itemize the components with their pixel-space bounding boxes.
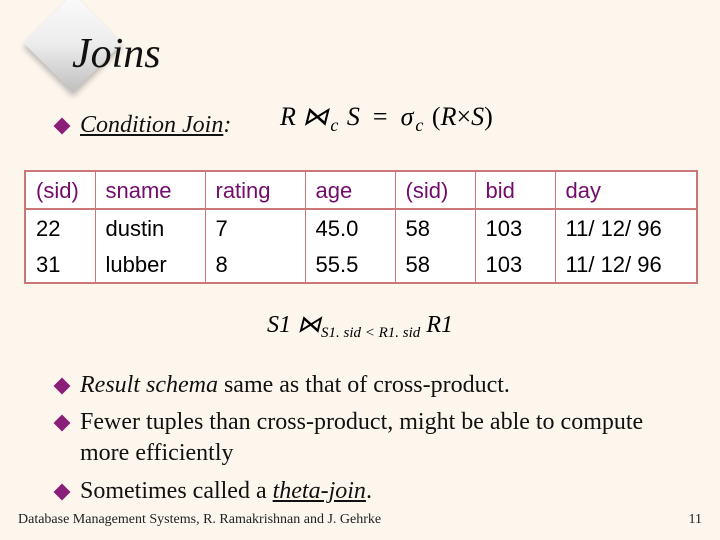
sub-c1: c — [328, 115, 340, 135]
lparen: ( — [432, 102, 441, 131]
sym-Rx: R — [441, 102, 457, 131]
cell: 103 — [475, 209, 555, 246]
sym-R1: R1 — [426, 312, 453, 338]
slide-footer: Database Management Systems, R. Ramakris… — [18, 512, 702, 528]
bullet-text: Fewer tuples than cross-product, might b… — [80, 407, 676, 469]
table-header-row: (sid) sname rating age (sid) bid day — [25, 171, 697, 209]
cell: 7 — [205, 209, 305, 246]
rparen: ) — [484, 102, 493, 131]
theta-join-label: theta-join — [273, 478, 366, 504]
cell: 11/ 12/ 96 — [555, 209, 697, 246]
diamond-bullet-icon — [54, 415, 71, 432]
bullet-text: Condition Join: — [80, 110, 231, 141]
diamond-bullet-icon — [54, 378, 71, 395]
join-icon: ⋈ — [297, 312, 321, 338]
rest-part: same as that of cross-product. — [218, 372, 510, 398]
slide-title: Joins — [72, 30, 161, 78]
formula-condition-join: R ⋈c S = σc (R×S) — [280, 102, 493, 136]
col-rating: rating — [205, 171, 305, 209]
bullet-result-schema: Result schema same as that of cross-prod… — [56, 370, 676, 401]
join-icon: ⋈ — [302, 102, 328, 131]
sym-S: S — [347, 102, 360, 131]
join-condition: S1. sid < R1. sid — [321, 325, 420, 341]
sym-Sx: S — [471, 102, 484, 131]
bullet-fewer-tuples: Fewer tuples than cross-product, might b… — [56, 407, 676, 469]
table-row: 22 dustin 7 45.0 58 103 11/ 12/ 96 — [25, 209, 697, 246]
bullet-text: Sometimes called a theta-join. — [80, 476, 372, 507]
table-row: 31 lubber 8 55.5 58 103 11/ 12/ 96 — [25, 246, 697, 283]
bullet-text: Result schema same as that of cross-prod… — [80, 370, 510, 401]
eq: = — [373, 102, 388, 131]
sigma-icon: σ — [401, 102, 414, 131]
cell: 55.5 — [305, 246, 395, 283]
cell: lubber — [95, 246, 205, 283]
col-sname: sname — [95, 171, 205, 209]
diamond-bullet-icon — [54, 483, 71, 500]
footer-left: Database Management Systems, R. Ramakris… — [18, 512, 381, 528]
bottom-bullet-area: Result schema same as that of cross-prod… — [56, 370, 676, 513]
cell: 8 — [205, 246, 305, 283]
cell: 31 — [25, 246, 95, 283]
page-number: 11 — [689, 512, 702, 528]
col-day: day — [555, 171, 697, 209]
cell: 45.0 — [305, 209, 395, 246]
result-table: (sid) sname rating age (sid) bid day 22 … — [24, 170, 696, 284]
formula-example-join: S1 ⋈S1. sid < R1. sid R1 — [0, 310, 720, 342]
cell: 58 — [395, 246, 475, 283]
cell: 58 — [395, 209, 475, 246]
col-sid2: (sid) — [395, 171, 475, 209]
col-bid: bid — [475, 171, 555, 209]
cell: dustin — [95, 209, 205, 246]
condition-join-label: Condition Join — [80, 112, 223, 138]
sub-c2: c — [413, 115, 425, 135]
times-icon: × — [456, 102, 471, 131]
pre-part: Sometimes called a — [80, 478, 273, 504]
col-sid1: (sid) — [25, 171, 95, 209]
sym-S1: S1 — [267, 312, 291, 338]
cell: 103 — [475, 246, 555, 283]
diamond-bullet-icon — [54, 118, 71, 135]
post-part: . — [366, 478, 372, 504]
bullet-theta-join: Sometimes called a theta-join. — [56, 476, 676, 507]
colon: : — [223, 112, 231, 138]
cell: 22 — [25, 209, 95, 246]
cell: 11/ 12/ 96 — [555, 246, 697, 283]
col-age: age — [305, 171, 395, 209]
sym-R: R — [280, 102, 296, 131]
ital-part: Result schema — [80, 372, 218, 398]
